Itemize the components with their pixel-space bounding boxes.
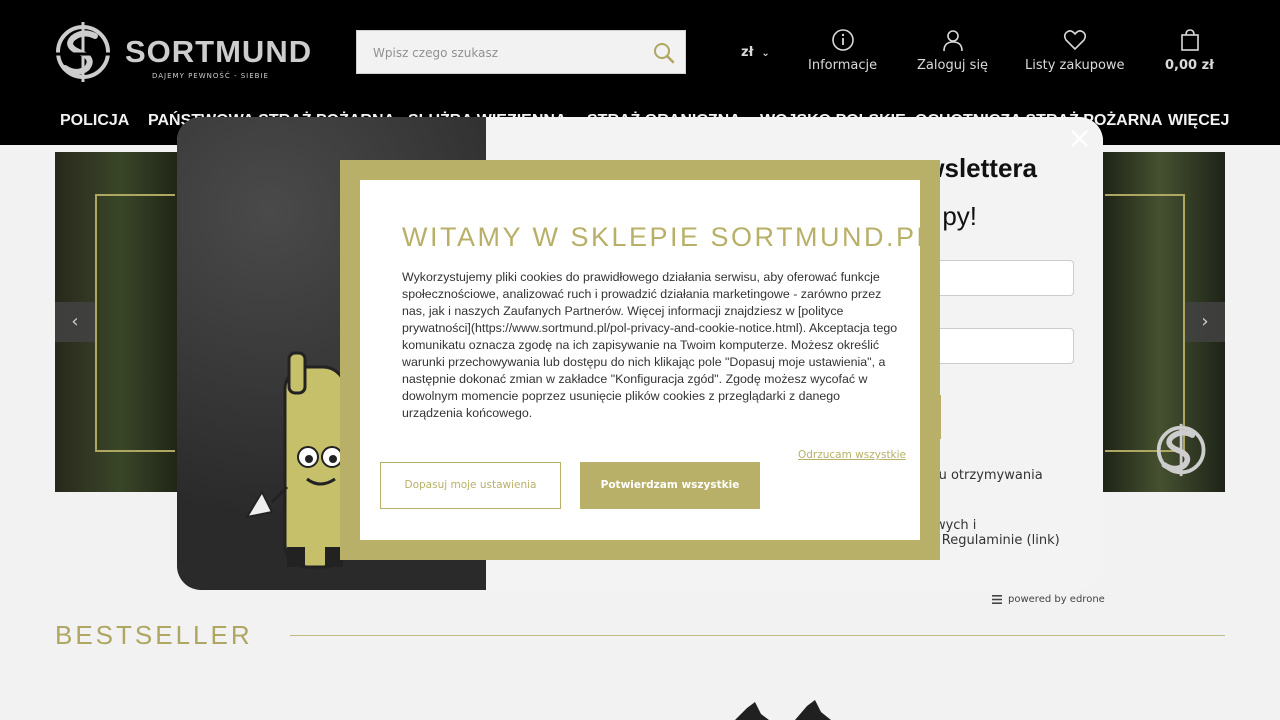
newsletter-consent-text: elu otrzymywania [927, 468, 1043, 483]
cookie-body-text: Wykorzystujemy pliki cookies do prawidło… [402, 270, 898, 420]
close-icon[interactable]: × [1067, 124, 1092, 154]
newsletter-terms-link[interactable]: w Regulaminie (link) [927, 533, 1060, 548]
cookie-title: WITAMY W SKLEPIE SORTMUND.PL [402, 222, 935, 252]
accept-all-button[interactable]: Potwierdzam wszystkie [580, 462, 760, 509]
reject-all-link[interactable]: Odrzucam wszystkie [798, 449, 906, 461]
customize-settings-button[interactable]: Dopasuj moje ustawienia [380, 462, 561, 509]
cookie-consent-modal: WITAMY W SKLEPIE SORTMUND.PL Wykorzystuj… [340, 160, 940, 560]
powered-by: powered by edrone [992, 594, 1105, 605]
menu-icon [992, 594, 1002, 604]
newsletter-email-field[interactable] [937, 328, 1074, 364]
cookie-consent-panel: WITAMY W SKLEPIE SORTMUND.PL Wykorzystuj… [360, 180, 932, 540]
newsletter-name-field[interactable] [937, 260, 1074, 296]
powered-by-label: powered by edrone [1008, 594, 1105, 605]
